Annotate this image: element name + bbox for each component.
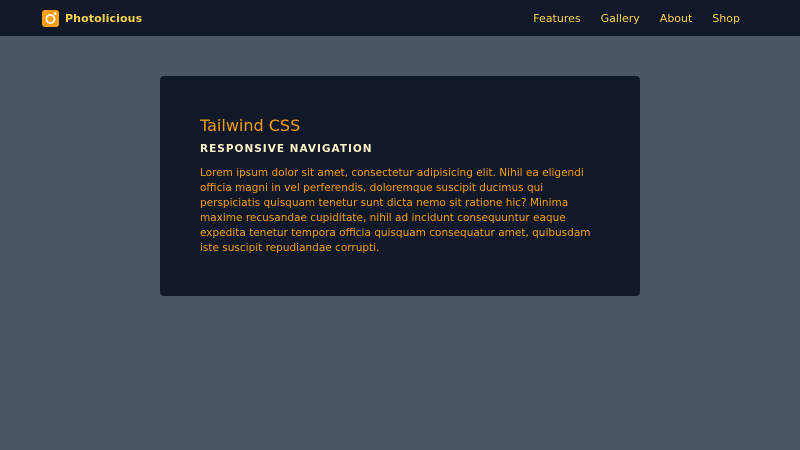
- nav-link-gallery[interactable]: Gallery: [601, 12, 640, 25]
- brand-name: Photolicious: [65, 11, 143, 25]
- nav-link-shop[interactable]: Shop: [712, 12, 740, 25]
- card-subtitle: RESPONSIVE NAVIGATION: [200, 143, 373, 155]
- content-card: Tailwind CSS RESPONSIVE NAVIGATION Lorem…: [160, 76, 640, 296]
- navbar: Photolicious Features Gallery About Shop: [0, 0, 800, 36]
- card-title: Tailwind CSS: [200, 116, 301, 135]
- nav-links: Features Gallery About Shop: [533, 12, 740, 25]
- nav-link-about[interactable]: About: [660, 12, 693, 25]
- card-body-text: Lorem ipsum dolor sit amet, consectetur …: [200, 167, 591, 254]
- brand-link[interactable]: Photolicious: [42, 9, 143, 27]
- nav-link-features[interactable]: Features: [533, 12, 580, 25]
- camera-icon: [42, 9, 59, 27]
